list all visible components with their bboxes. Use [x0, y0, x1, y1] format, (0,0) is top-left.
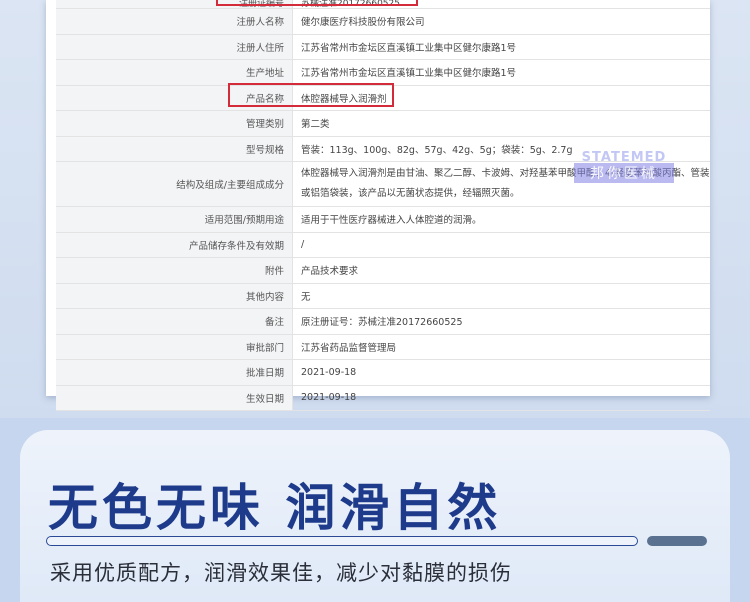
row-value: 原注册证号：苏械注准20172660525 — [292, 308, 710, 335]
row-key: 适用范围/预期用途 — [56, 206, 293, 233]
headline: 无色无味 润滑自然 — [48, 479, 502, 537]
divider-bar — [46, 536, 638, 546]
row-key: 注册人名称 — [56, 8, 293, 35]
subline: 采用优质配方，润滑效果佳，减少对黏膜的损伤 — [50, 561, 512, 585]
row-key: 注册人住所 — [56, 34, 293, 60]
highlight-box-product-name — [228, 83, 394, 107]
row-value: 江苏省常州市金坛区直溪镇工业集中区健尔康路1号 — [292, 34, 710, 60]
row-value: / — [292, 232, 710, 258]
row-value: 2021-09-18 — [292, 359, 710, 386]
row-value: 江苏省常州市金坛区直溪镇工业集中区健尔康路1号 — [292, 59, 710, 86]
row-value: 江苏省药品监督管理局 — [292, 334, 710, 360]
row-key: 其他内容 — [56, 283, 293, 309]
row-value: 第二类 — [292, 110, 710, 137]
table-row: 备注 原注册证号：苏械注准20172660525 — [56, 308, 710, 335]
table-row: 生效日期 2021-09-18 — [56, 385, 710, 411]
row-key: 型号规格 — [56, 136, 293, 162]
row-key: 生效日期 — [56, 385, 293, 411]
row-value: 体腔器械导入润滑剂是由甘油、聚乙二醇、卡波姆、对羟基苯甲酸甲酯、4-羟基苯甲酸丙… — [292, 161, 710, 207]
row-value: 适用于干性医疗器械进入人体腔道的润滑。 — [292, 206, 710, 233]
divider-accent — [647, 536, 707, 546]
row-key: 附件 — [56, 257, 293, 284]
row-value: 健尔康医疗科技股份有限公司 — [292, 8, 710, 35]
registration-sheet: 注册证编号 苏械注准20172660525 注册人名称 健尔康医疗科技股份有限公司 注册… — [46, 0, 710, 411]
row-value: 产品技术要求 — [292, 257, 710, 284]
table-row: 产品储存条件及有效期 / — [56, 232, 710, 258]
table-row: 适用范围/预期用途 适用于干性医疗器械进入人体腔道的润滑。 — [56, 206, 710, 233]
row-key: 审批部门 — [56, 334, 293, 360]
table-row: 生产地址 江苏省常州市金坛区直溪镇工业集中区健尔康路1号 — [56, 59, 710, 86]
row-value: 2021-09-18 — [292, 385, 710, 411]
registration-screenshot-area: 注册证编号 苏械注准20172660525 注册人名称 健尔康医疗科技股份有限公司 注册… — [0, 0, 750, 418]
row-key: 生产地址 — [56, 59, 293, 86]
row-key: 管理类别 — [56, 110, 293, 137]
table-row: 管理类别 第二类 — [56, 110, 710, 137]
row-key: 备注 — [56, 308, 293, 335]
registration-table: 注册证编号 苏械注准20172660525 注册人名称 健尔康医疗科技股份有限公司 注册… — [56, 0, 710, 411]
row-value: 无 — [292, 283, 710, 309]
row-key: 结构及组成/主要组成成分 — [56, 161, 293, 207]
row-value: 管装：113g、100g、82g、57g、42g、5g；袋装：5g、2.7g — [292, 136, 710, 162]
table-row: 其他内容无 — [56, 283, 710, 309]
table-row: 附件 产品技术要求 — [56, 257, 710, 284]
table-row: 结构及组成/主要组成成分 体腔器械导入润滑剂是由甘油、聚乙二醇、卡波姆、对羟基苯甲… — [56, 161, 710, 207]
highlight-box-top — [216, 0, 418, 6]
row-key: 产品储存条件及有效期 — [56, 232, 293, 258]
table-row: 注册人名称 健尔康医疗科技股份有限公司 — [56, 8, 710, 35]
table-row: 注册人住所 江苏省常州市金坛区直溪镇工业集中区健尔康路1号 — [56, 34, 710, 60]
table-row: 型号规格 管装：113g、100g、82g、57g、42g、5g；袋装：5g、2.… — [56, 136, 710, 162]
row-key: 批准日期 — [56, 359, 293, 386]
table-row: 批准日期 2021-09-18 — [56, 359, 710, 386]
table-row: 审批部门 江苏省药品监督管理局 — [56, 334, 710, 360]
